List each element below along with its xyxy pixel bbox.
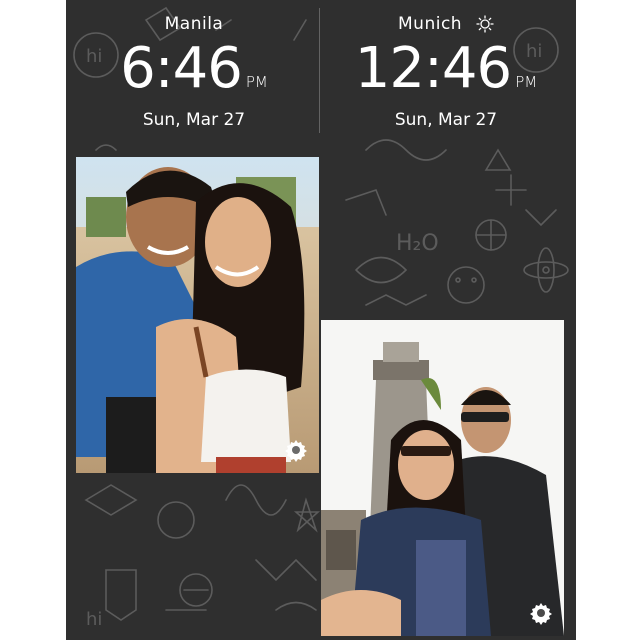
gear-icon[interactable]	[529, 601, 553, 625]
photo-widget-beach[interactable]	[76, 157, 319, 473]
clock-time-value: 12:46	[354, 36, 512, 101]
gear-icon[interactable]	[284, 438, 308, 462]
svg-text:hi: hi	[86, 609, 102, 630]
svg-text:H₂O: H₂O	[396, 231, 439, 256]
clock-ampm: PM	[245, 73, 268, 91]
photo-widget-lighthouse[interactable]	[321, 320, 564, 636]
clock-date: Sun, Mar 27	[394, 110, 498, 130]
clock-date: Sun, Mar 27	[142, 110, 246, 130]
clock-time-value: 6:46	[120, 36, 243, 101]
clock-time: 6:46 PM	[69, 36, 319, 101]
clock-city: Manila	[69, 14, 319, 34]
clock-widget-munich[interactable]: Munich 12:46 PM Sun, Mar 27	[321, 0, 571, 140]
clock-divider	[319, 8, 320, 133]
sun-icon	[476, 15, 494, 33]
clock-widget-manila[interactable]: Manila 6:46 PM Sun, Mar 27	[69, 0, 319, 140]
clock-city: Munich	[321, 14, 571, 34]
clock-city-label: Manila	[164, 14, 224, 34]
clock-city-label: Munich	[398, 14, 463, 34]
chalkboard-wallpaper: hi hi H₂O hi Manila 6:46 PM Sun, Mar 27 …	[66, 0, 576, 640]
clock-ampm: PM	[515, 73, 538, 91]
beach-selfie-photo	[76, 157, 319, 473]
clock-time: 12:46 PM	[321, 36, 571, 101]
lighthouse-selfie-photo	[321, 320, 564, 636]
